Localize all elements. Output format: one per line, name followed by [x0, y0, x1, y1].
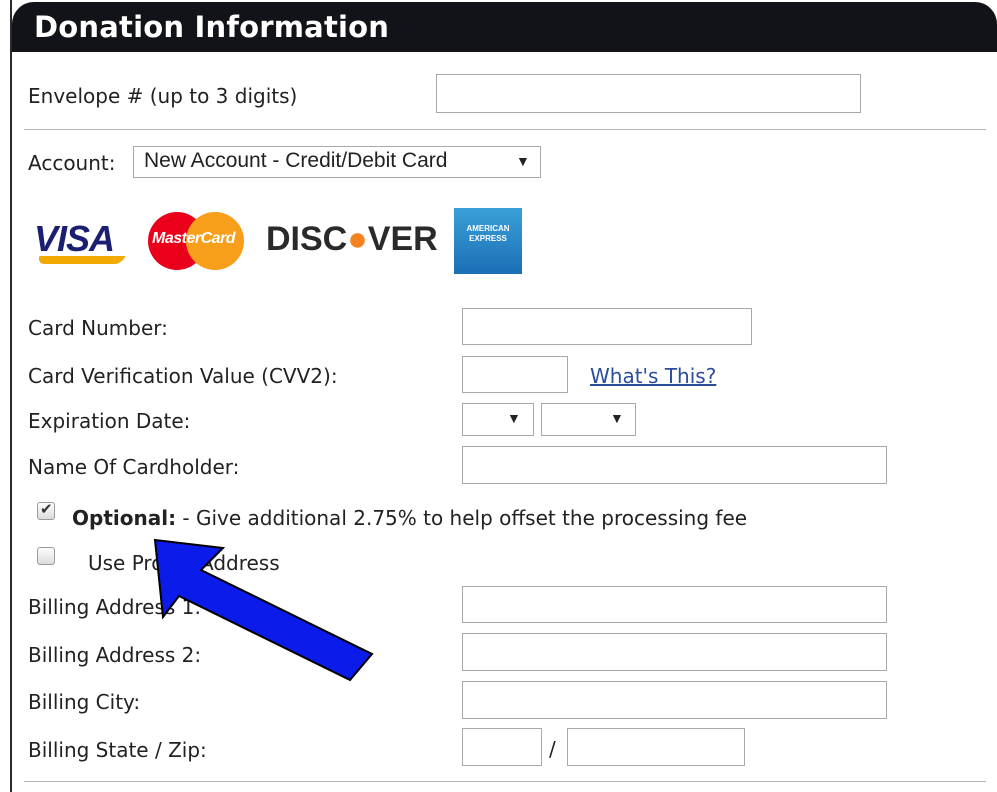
blue-arrow-annotation [153, 538, 374, 682]
